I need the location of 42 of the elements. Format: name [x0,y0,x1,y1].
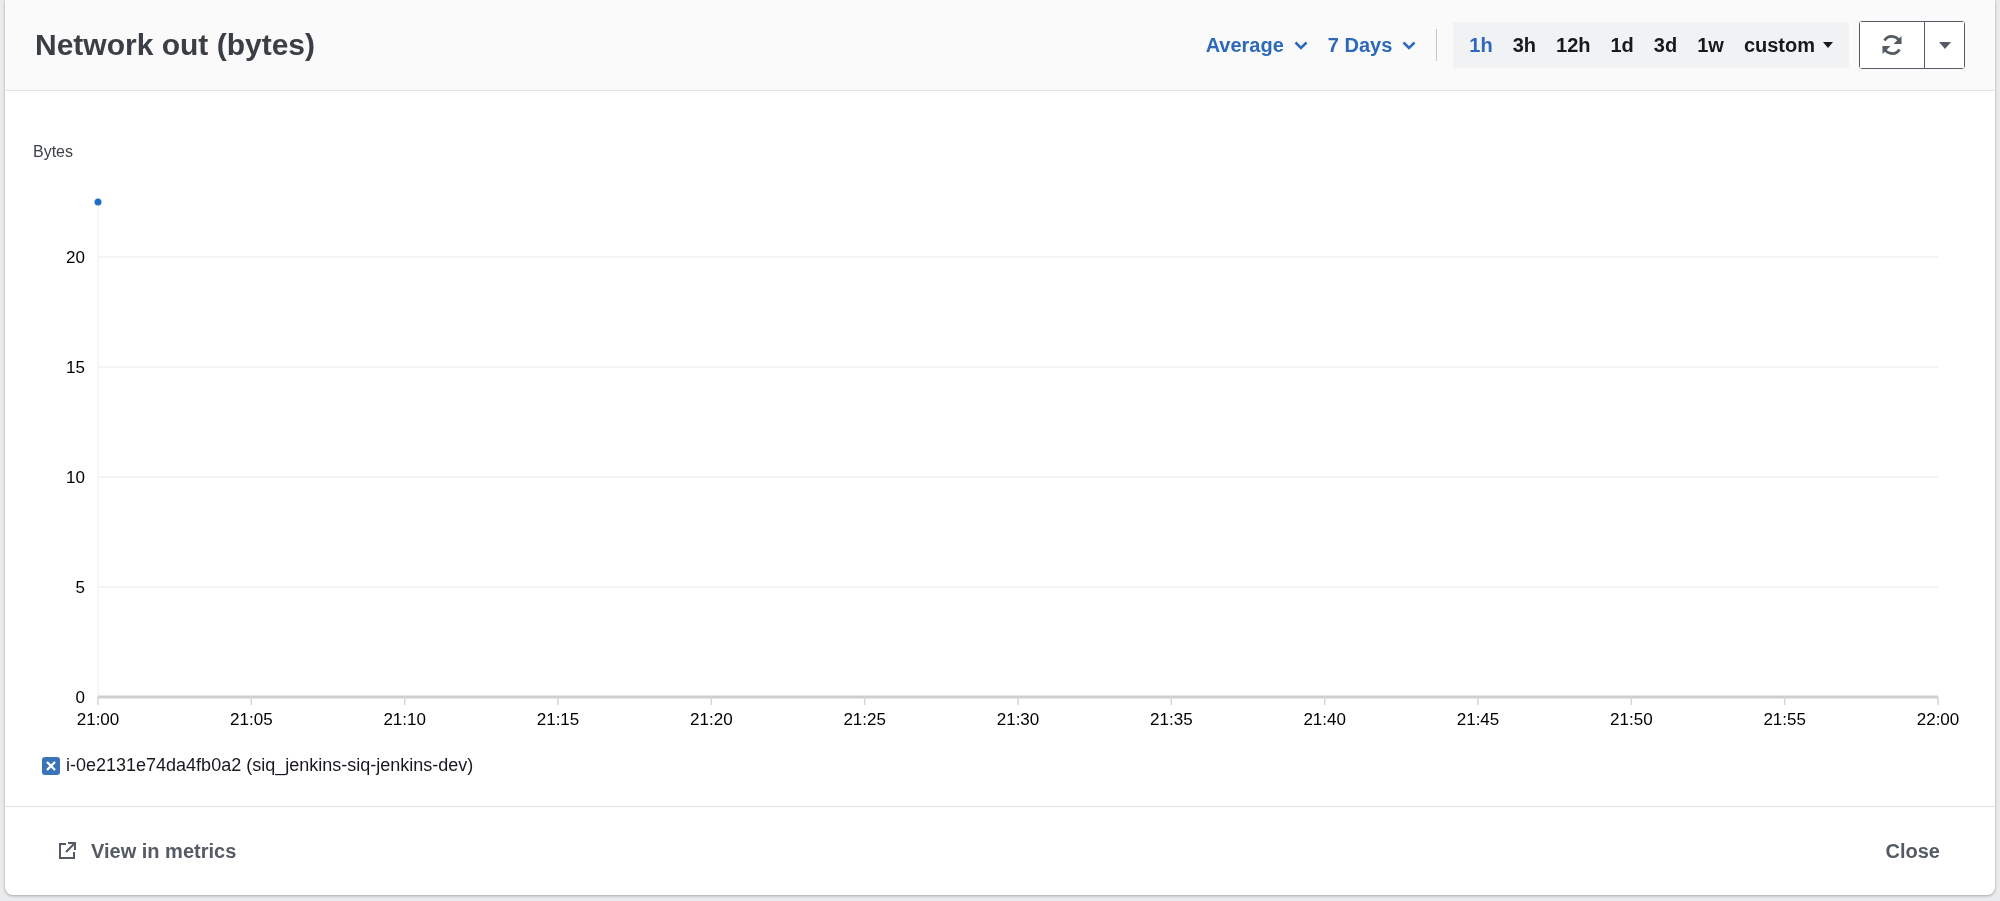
view-in-metrics-link[interactable]: View in metrics [57,839,237,863]
y-axis-label: Bytes [33,143,73,160]
x-tick-label: 21:15 [536,710,580,729]
time-range-button[interactable]: 12h [1546,33,1601,57]
x-tick-label: 21:50 [1610,710,1653,729]
time-range-button[interactable]: 3d [1643,33,1688,57]
chevron-down-icon [1293,40,1308,50]
data-point [94,198,102,206]
x-tick-label: 21:10 [383,710,426,729]
refresh-options-button[interactable] [1924,22,1964,68]
caret-icon [1938,41,1951,49]
dialog-title: Network out (bytes) [35,28,317,62]
y-tick-label: 15 [66,358,85,377]
x-tick-label: 21:45 [1456,710,1500,729]
x-tick-label: 21:20 [690,710,733,729]
time-range-button[interactable]: 1w [1687,33,1734,57]
y-tick-label: 0 [75,688,85,707]
y-tick-label: 10 [66,468,85,487]
y-tick-label: 5 [75,578,85,597]
external-link-icon [57,841,77,861]
x-tick-label: 21:35 [1150,710,1193,729]
statistic-dropdown[interactable]: Average [1195,33,1318,57]
time-range-button[interactable]: 3h [1502,33,1547,57]
x-tick-label: 21:55 [1763,710,1806,729]
y-tick-label: 20 [66,248,85,267]
x-tick-label: 22:00 [1916,710,1960,729]
x-tick-label: 21:40 [1303,710,1346,729]
caret-icon [1823,42,1833,48]
time-range-button[interactable]: 1d [1600,33,1644,57]
x-tick-label: 21:05 [230,710,273,729]
x-tick-label: 21:00 [76,710,120,729]
close-button[interactable]: Close [1885,839,1940,863]
custom-range-dropdown[interactable]: custom [1733,33,1843,57]
period-dropdown[interactable]: 7 Days [1317,33,1427,57]
refresh-icon [1880,33,1904,57]
refresh-button[interactable] [1860,22,1924,68]
x-tick-label: 21:25 [843,710,886,729]
time-range-button[interactable]: 1h [1459,33,1503,57]
legend-label: i-0e2131e74da4fb0a2 (siq_jenkins-siq-jenkins-dev) [66,755,474,776]
chevron-down-icon [1402,40,1417,50]
checkbox[interactable] [42,756,60,775]
x-tick-label: 21:30 [996,710,1040,729]
